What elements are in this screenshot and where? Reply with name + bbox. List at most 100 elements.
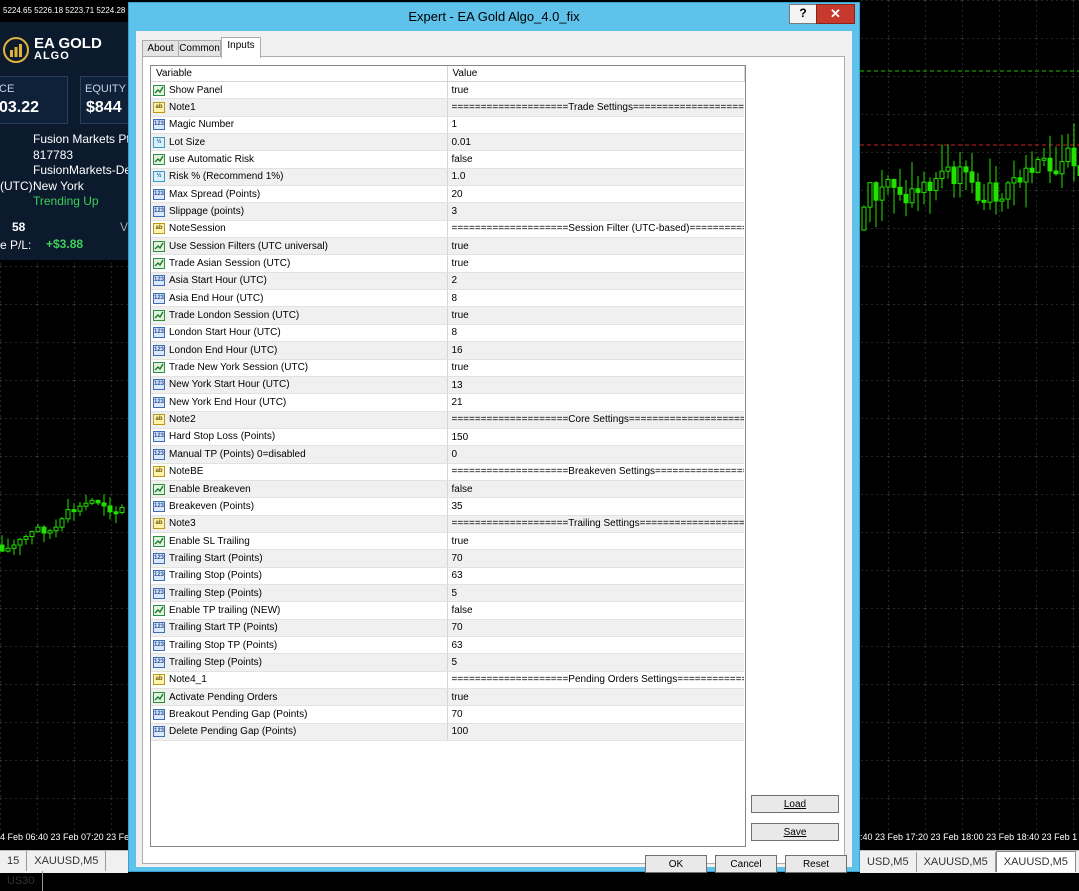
variable-cell[interactable]: 123 Asia Start Hour (UTC) — [151, 272, 448, 291]
variable-cell[interactable]: ab Note3 — [151, 515, 448, 533]
table-row[interactable]: 123 Trailing Stop TP (Points) 63 — [151, 636, 744, 655]
value-cell[interactable]: false — [447, 480, 744, 499]
variable-cell[interactable]: 123 Slippage (points) — [151, 202, 448, 221]
table-row[interactable]: ab Note4_1 ====================Pending Ord… — [151, 671, 744, 690]
value-cell[interactable]: 8 — [447, 324, 744, 343]
variable-cell[interactable]: Activate Pending Orders — [151, 688, 448, 707]
value-cell[interactable]: 70 — [447, 619, 744, 638]
chart-tab[interactable]: US30 — [0, 871, 43, 891]
table-row[interactable]: 123 New York Start Hour (UTC) 13 — [151, 376, 744, 395]
table-row[interactable]: 123 Trailing Stop (Points) 63 — [151, 567, 744, 585]
table-row[interactable]: ½ Lot Size 0.01 — [151, 133, 744, 152]
table-row[interactable]: 123 London End Hour (UTC) 16 — [151, 341, 744, 360]
table-row[interactable]: 123 Max Spread (Points) 20 — [151, 185, 744, 204]
ok-button[interactable]: OK — [645, 855, 707, 873]
value-cell[interactable]: 5 — [447, 584, 744, 603]
close-button[interactable]: ✕ — [816, 4, 855, 24]
value-cell[interactable]: 35 — [447, 497, 744, 516]
value-cell[interactable]: ====================Pending Orders Setti… — [447, 671, 744, 690]
table-row[interactable]: ab NoteBE ====================Breakeven Se… — [151, 463, 744, 481]
value-cell[interactable]: 13 — [447, 376, 744, 395]
table-row[interactable]: ab Note3 ====================Trailing Sett… — [151, 515, 744, 533]
value-cell[interactable]: 0.01 — [447, 133, 744, 152]
variable-cell[interactable]: 123 Trailing Start TP (Points) — [151, 619, 448, 638]
value-cell[interactable]: 63 — [447, 636, 744, 655]
table-row[interactable]: Show Panel true — [151, 81, 744, 100]
tab-about[interactable]: About — [142, 40, 179, 57]
table-row[interactable]: Enable TP trailing (NEW) false — [151, 601, 744, 620]
value-cell[interactable]: true — [447, 359, 744, 377]
table-row[interactable]: ab NoteSession ====================Session… — [151, 220, 744, 239]
table-row[interactable]: 123 New York End Hour (UTC) 21 — [151, 393, 744, 412]
variable-cell[interactable]: ab Note2 — [151, 411, 448, 429]
table-row[interactable]: Enable Breakeven false — [151, 480, 744, 499]
variable-cell[interactable]: Show Panel — [151, 81, 448, 100]
variable-cell[interactable]: 123 Asia End Hour (UTC) — [151, 289, 448, 308]
value-cell[interactable]: false — [447, 601, 744, 620]
value-cell[interactable]: ====================Session Filter (UTC-… — [447, 220, 744, 239]
variable-cell[interactable]: ab Note1 — [151, 98, 448, 117]
variable-cell[interactable]: 123 Magic Number — [151, 116, 448, 135]
table-row[interactable]: Use Session Filters (UTC universal) true — [151, 237, 744, 256]
tab-inputs[interactable]: Inputs — [221, 37, 261, 58]
variable-cell[interactable]: 123 London Start Hour (UTC) — [151, 324, 448, 343]
cancel-button[interactable]: Cancel — [715, 855, 777, 873]
variable-cell[interactable]: Trade London Session (UTC) — [151, 306, 448, 325]
table-row[interactable]: 123 Delete Pending Gap (Points) 100 — [151, 723, 744, 742]
help-button[interactable]: ? — [789, 4, 817, 24]
reset-button[interactable]: Reset — [785, 855, 847, 873]
table-row[interactable]: 123 Breakout Pending Gap (Points) 70 — [151, 705, 744, 724]
value-cell[interactable]: true — [447, 532, 744, 551]
variable-cell[interactable]: 123 Manual TP (Points) 0=disabled — [151, 445, 448, 464]
value-cell[interactable]: 70 — [447, 549, 744, 568]
value-cell[interactable]: 1 — [447, 116, 744, 135]
variable-cell[interactable]: 123 Breakeven (Points) — [151, 497, 448, 516]
value-cell[interactable]: 1.0 — [447, 168, 744, 187]
variable-cell[interactable]: Trade Asian Session (UTC) — [151, 254, 448, 273]
chart-tab[interactable]: XAUUSD,M5 — [27, 851, 107, 871]
variable-cell[interactable]: Trade New York Session (UTC) — [151, 359, 448, 377]
variable-cell[interactable]: 123 New York End Hour (UTC) — [151, 393, 448, 412]
value-cell[interactable]: 63 — [447, 567, 744, 585]
table-row[interactable]: Trade New York Session (UTC) true — [151, 359, 744, 377]
table-row[interactable]: 123 Trailing Step (Points) 5 — [151, 653, 744, 672]
chart-tab[interactable]: 15 — [0, 851, 28, 871]
value-cell[interactable]: true — [447, 254, 744, 273]
table-row[interactable]: 123 Hard Stop Loss (Points) 150 — [151, 428, 744, 447]
variable-cell[interactable]: 123 Breakout Pending Gap (Points) — [151, 705, 448, 724]
table-row[interactable]: 123 Manual TP (Points) 0=disabled 0 — [151, 445, 744, 464]
value-cell[interactable]: 0 — [447, 445, 744, 464]
variable-cell[interactable]: 123 Max Spread (Points) — [151, 185, 448, 204]
value-cell[interactable]: true — [447, 237, 744, 256]
value-cell[interactable]: 5 — [447, 653, 744, 672]
variable-cell[interactable]: Use Session Filters (UTC universal) — [151, 237, 448, 256]
value-cell[interactable]: ====================Trailing Settings===… — [447, 515, 744, 533]
load-button[interactable]: Load — [751, 795, 839, 813]
variable-cell[interactable]: 123 Trailing Step (Points) — [151, 653, 448, 672]
table-row[interactable]: ab Note1 ====================Trade Setting… — [151, 98, 744, 117]
table-row[interactable]: ½ Risk % (Recommend 1%) 1.0 — [151, 168, 744, 187]
table-row[interactable]: 123 Slippage (points) 3 — [151, 202, 744, 221]
variable-cell[interactable]: 123 London End Hour (UTC) — [151, 341, 448, 360]
column-header-value[interactable]: Value — [447, 66, 745, 82]
table-row[interactable]: 123 Trailing Start TP (Points) 70 — [151, 619, 744, 638]
table-row[interactable]: 123 London Start Hour (UTC) 8 — [151, 324, 744, 343]
value-cell[interactable]: 2 — [447, 272, 744, 291]
save-button[interactable]: Save — [751, 823, 839, 841]
chart-tab[interactable]: XAUUSD,M5 — [917, 852, 996, 872]
table-row[interactable]: 123 Magic Number 1 — [151, 116, 744, 135]
value-cell[interactable]: true — [447, 81, 744, 100]
table-row[interactable]: ab Note2 ====================Core Settings… — [151, 411, 744, 429]
variable-cell[interactable]: ½ Risk % (Recommend 1%) — [151, 168, 448, 187]
table-row[interactable]: Enable SL Trailing true — [151, 532, 744, 551]
value-cell[interactable]: ====================Trade Settings======… — [447, 98, 744, 117]
variable-cell[interactable]: 123 New York Start Hour (UTC) — [151, 376, 448, 395]
variable-cell[interactable]: ab NoteSession — [151, 220, 448, 239]
value-cell[interactable]: true — [447, 306, 744, 325]
variable-cell[interactable]: use Automatic Risk — [151, 150, 448, 169]
variable-cell[interactable]: 123 Trailing Stop (Points) — [151, 567, 448, 585]
value-cell[interactable]: 100 — [447, 723, 744, 742]
value-cell[interactable]: 16 — [447, 341, 744, 360]
variable-cell[interactable]: Enable TP trailing (NEW) — [151, 601, 448, 620]
chart-tab[interactable]: USD,M5 — [860, 852, 917, 872]
